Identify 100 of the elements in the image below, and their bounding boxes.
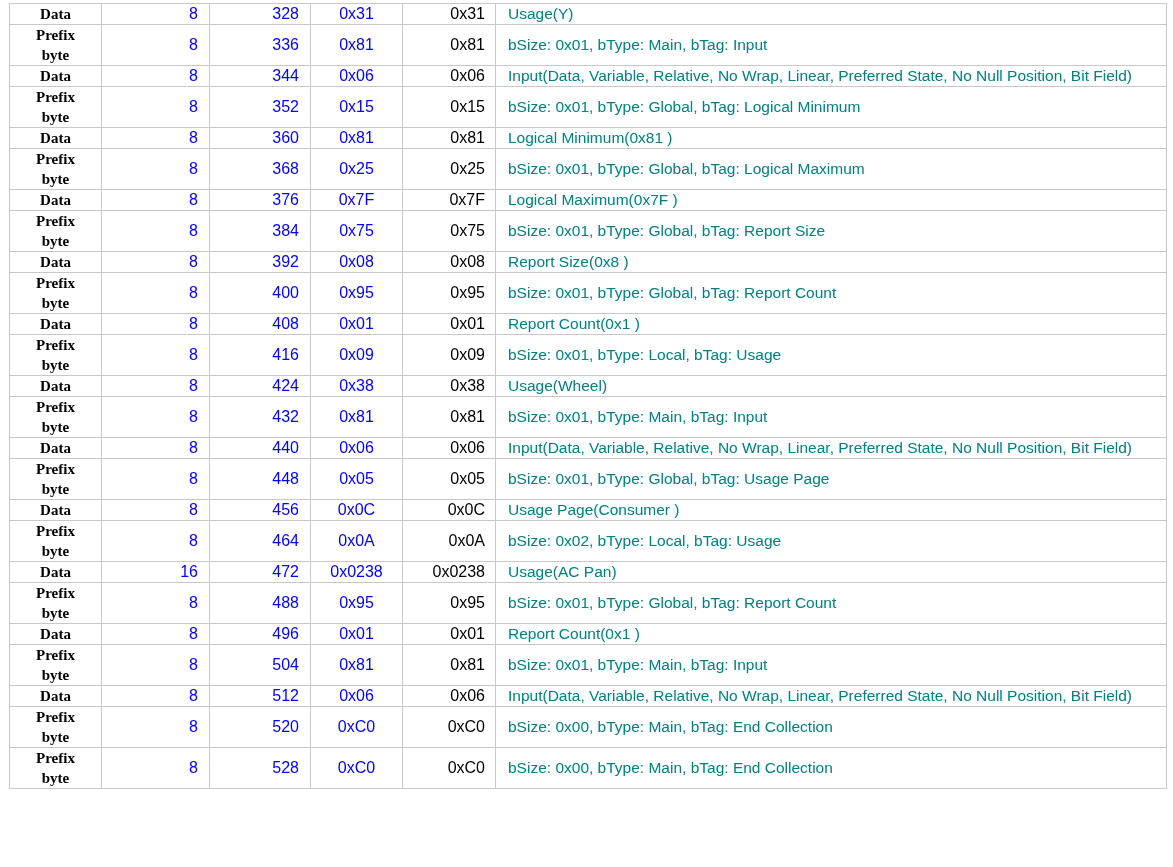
- table-cell: Prefix byte: [9, 582, 102, 624]
- table-cell: 432: [209, 396, 311, 438]
- table-cell: 392: [209, 251, 311, 273]
- table-cell: 0x81: [402, 127, 496, 149]
- table-cell: 336: [209, 24, 311, 66]
- table-cell: Data: [9, 189, 102, 211]
- table-cell: bSize: 0x01, bType: Main, bTag: Input: [495, 24, 1167, 66]
- table-cell: 0x09: [402, 334, 496, 376]
- table-cell: Data: [9, 561, 102, 583]
- table-cell: 344: [209, 65, 311, 87]
- table-cell: 8: [101, 644, 210, 686]
- table-cell: bSize: 0x01, bType: Global, bTag: Logical Minimum: [495, 86, 1167, 128]
- table-cell: 0x15: [310, 86, 403, 128]
- table-cell: 8: [101, 375, 210, 397]
- table-cell: Logical Maximum(0x7F ): [495, 189, 1167, 211]
- table-cell: 8: [101, 437, 210, 459]
- table-cell: 424: [209, 375, 311, 397]
- table-cell: 0x0C: [310, 499, 403, 521]
- table-cell: Usage Page(Consumer ): [495, 499, 1167, 521]
- table-cell: 368: [209, 148, 311, 190]
- table-cell: 8: [101, 251, 210, 273]
- table-cell: Prefix byte: [9, 24, 102, 66]
- table-cell: 0x01: [402, 623, 496, 645]
- table-cell: 0x06: [402, 685, 496, 707]
- table-cell: 8: [101, 685, 210, 707]
- table-cell: 0x0A: [310, 520, 403, 562]
- table-cell: Data: [9, 251, 102, 273]
- table-cell: 0x31: [402, 3, 496, 25]
- table-cell: 8: [101, 65, 210, 87]
- table-cell: 8: [101, 24, 210, 66]
- table-cell: Prefix byte: [9, 458, 102, 500]
- table-cell: 0x75: [402, 210, 496, 252]
- table-cell: 400: [209, 272, 311, 314]
- table-cell: Prefix byte: [9, 747, 102, 789]
- table-cell: Prefix byte: [9, 210, 102, 252]
- table-cell: Input(Data, Variable, Relative, No Wrap, Linear, Preferred State, No Null Position, Bit Field): [495, 437, 1167, 459]
- table-cell: Data: [9, 127, 102, 149]
- table-cell: Usage(Wheel): [495, 375, 1167, 397]
- table-cell: 528: [209, 747, 311, 789]
- table-cell: 0x7F: [310, 189, 403, 211]
- table-cell: 0x81: [402, 24, 496, 66]
- table-cell: 8: [101, 520, 210, 562]
- table-cell: 472: [209, 561, 311, 583]
- table-cell: 0x7F: [402, 189, 496, 211]
- table-cell: 0x06: [402, 437, 496, 459]
- table-cell: 8: [101, 210, 210, 252]
- table-cell: 8: [101, 272, 210, 314]
- table-cell: 8: [101, 334, 210, 376]
- table-cell: 0x15: [402, 86, 496, 128]
- table-cell: 0x01: [310, 623, 403, 645]
- table-cell: 328: [209, 3, 311, 25]
- table-cell: 456: [209, 499, 311, 521]
- table-cell: bSize: 0x00, bType: Main, bTag: End Collection: [495, 747, 1167, 789]
- table-cell: 0x38: [310, 375, 403, 397]
- table-cell: Input(Data, Variable, Relative, No Wrap, Linear, Preferred State, No Null Position, Bit Field): [495, 685, 1167, 707]
- table-cell: 0x01: [310, 313, 403, 335]
- table-cell: bSize: 0x00, bType: Main, bTag: End Collection: [495, 706, 1167, 748]
- table-cell: 8: [101, 582, 210, 624]
- table-cell: 8: [101, 189, 210, 211]
- table-cell: 0x06: [402, 65, 496, 87]
- table-cell: 0x09: [310, 334, 403, 376]
- table-cell: 512: [209, 685, 311, 707]
- table-cell: 0x01: [402, 313, 496, 335]
- table-cell: 0x08: [310, 251, 403, 273]
- table-cell: 8: [101, 747, 210, 789]
- table-cell: 0x95: [402, 582, 496, 624]
- table-cell: 0x25: [310, 148, 403, 190]
- table-cell: bSize: 0x01, bType: Main, bTag: Input: [495, 396, 1167, 438]
- table-cell: 0x0A: [402, 520, 496, 562]
- table-cell: Prefix byte: [9, 86, 102, 128]
- table-cell: 0x95: [402, 272, 496, 314]
- table-cell: 520: [209, 706, 311, 748]
- table-cell: 0x81: [402, 396, 496, 438]
- table-cell: Data: [9, 437, 102, 459]
- table-cell: 0xC0: [310, 747, 403, 789]
- table-cell: 8: [101, 148, 210, 190]
- table-cell: Usage(Y): [495, 3, 1167, 25]
- table-cell: 0x81: [310, 24, 403, 66]
- table-cell: Prefix byte: [9, 148, 102, 190]
- table-cell: bSize: 0x02, bType: Local, bTag: Usage: [495, 520, 1167, 562]
- table-cell: 8: [101, 3, 210, 25]
- table-cell: 0x0238: [402, 561, 496, 583]
- table-cell: Data: [9, 499, 102, 521]
- table-cell: Logical Minimum(0x81 ): [495, 127, 1167, 149]
- table-cell: 8: [101, 127, 210, 149]
- table-cell: 408: [209, 313, 311, 335]
- table-cell: bSize: 0x01, bType: Global, bTag: Report Count: [495, 582, 1167, 624]
- table-cell: Input(Data, Variable, Relative, No Wrap, Linear, Preferred State, No Null Position, Bit Field): [495, 65, 1167, 87]
- table-cell: 8: [101, 706, 210, 748]
- table-cell: 416: [209, 334, 311, 376]
- table-cell: Data: [9, 65, 102, 87]
- table-cell: Prefix byte: [9, 520, 102, 562]
- table-cell: 0x95: [310, 582, 403, 624]
- table-cell: Prefix byte: [9, 272, 102, 314]
- table-cell: 0x08: [402, 251, 496, 273]
- table-cell: bSize: 0x01, bType: Global, bTag: Logical Maximum: [495, 148, 1167, 190]
- table-cell: 384: [209, 210, 311, 252]
- table-cell: Data: [9, 375, 102, 397]
- table-cell: Report Count(0x1 ): [495, 623, 1167, 645]
- table-cell: Prefix byte: [9, 396, 102, 438]
